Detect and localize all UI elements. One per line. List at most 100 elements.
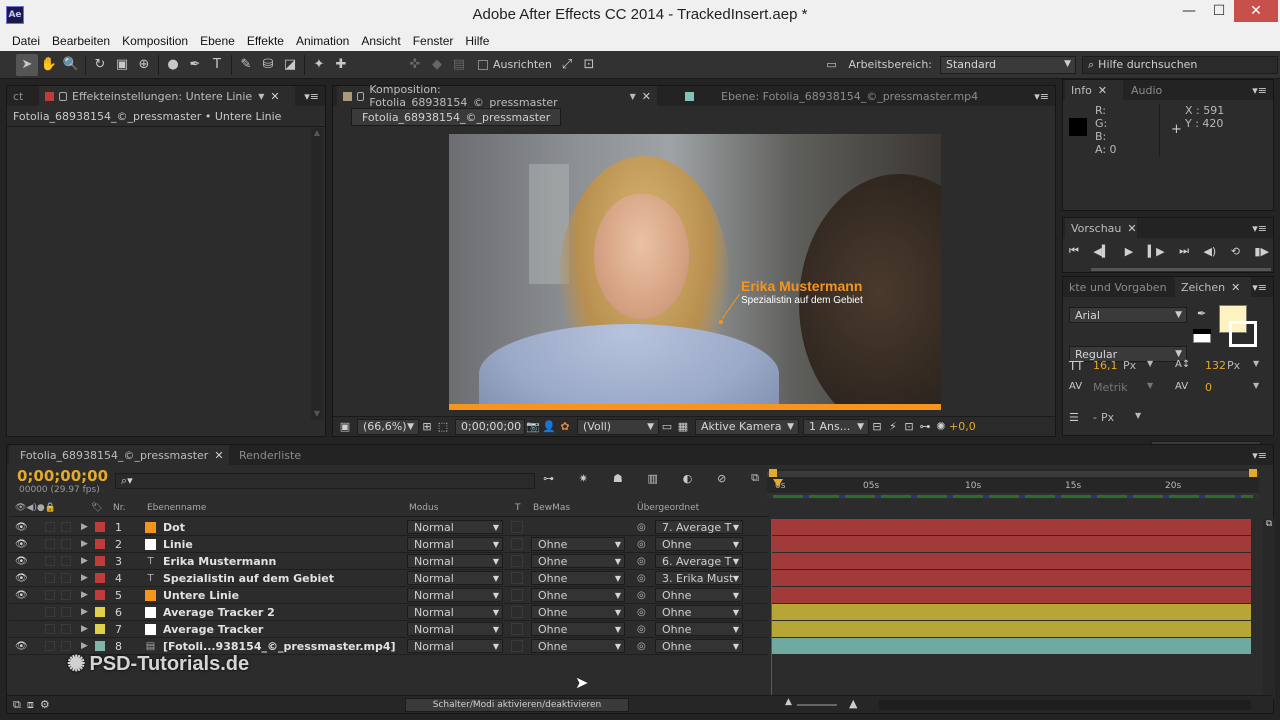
chevron-down-icon[interactable]: ▼ (1253, 359, 1259, 368)
menu-effekte[interactable]: Effekte (247, 34, 284, 48)
layer-name[interactable]: Average Tracker 2 (163, 604, 275, 620)
layer-duration-bar[interactable] (772, 638, 1251, 654)
parent-pickwhip-icon[interactable]: ◎ (637, 587, 646, 603)
font-family-dropdown[interactable]: Arial ▼ (1069, 307, 1187, 323)
track-matte-dropdown[interactable]: Ohne ▼ (531, 639, 625, 653)
comp-button-icon[interactable]: ⧉ (1263, 519, 1275, 529)
white-swatch[interactable] (1193, 333, 1211, 343)
parent-pickwhip-icon[interactable]: ◎ (637, 604, 646, 620)
close-tab-icon[interactable]: ✕ (1127, 222, 1136, 235)
parent-dropdown[interactable]: Ohne ▼ (655, 537, 743, 551)
blend-mode-dropdown[interactable]: Normal ▼ (407, 554, 503, 568)
horizontal-scrollbar[interactable] (879, 700, 1251, 710)
show-snapshot-icon[interactable]: 👤 (541, 419, 557, 435)
tab-project-collapsed[interactable]: ct (7, 86, 37, 106)
blend-mode-dropdown[interactable]: Normal ▼ (407, 639, 503, 653)
preserve-transparency-toggle[interactable] (511, 606, 523, 618)
solo-toggle[interactable] (45, 607, 55, 617)
timeline-icon[interactable]: ⊡ (901, 419, 917, 435)
close-button[interactable]: ✕ (1234, 0, 1278, 22)
shy-icon[interactable]: ☗ (613, 472, 623, 485)
mask-visibility-icon[interactable]: ⬚ (435, 419, 451, 435)
safe-margins-icon[interactable]: ⊞ (419, 419, 435, 435)
play-icon[interactable]: ▶ (1125, 245, 1133, 258)
track-matte-dropdown[interactable]: Ohne ▼ (531, 622, 625, 636)
fast-previews-icon[interactable]: ⚡ (885, 419, 901, 435)
menu-datei[interactable]: Datei (12, 34, 40, 48)
tracking-value[interactable]: 0 (1205, 381, 1212, 394)
menu-hilfe[interactable]: Hilfe (465, 34, 489, 48)
pen-tool-icon[interactable]: ✒ (184, 54, 206, 76)
composition-name-button[interactable]: Fotolia_68938154_©_pressmaster (351, 108, 562, 126)
layer-row[interactable]: 👁 ▶ 5 Untere Linie Normal ▼ Ohne ▼ ◎ Ohn… (9, 587, 767, 604)
expand-triangle-icon[interactable]: ▶ (81, 587, 88, 603)
menu-animation[interactable]: Animation (296, 34, 349, 48)
panel-menu-icon[interactable]: ▾≡ (1252, 222, 1267, 235)
parent-dropdown[interactable]: Ohne ▼ (655, 639, 743, 653)
blend-mode-dropdown[interactable]: Normal ▼ (407, 537, 503, 551)
layer-duration-bar[interactable] (772, 570, 1251, 586)
views-dropdown[interactable]: 1 Ans... ▼ (803, 418, 869, 435)
expand-triangle-icon[interactable]: ▶ (81, 621, 88, 637)
parent-pickwhip-icon[interactable]: ◎ (637, 536, 646, 552)
lock-toggle[interactable] (61, 590, 71, 600)
minimize-button[interactable]: — (1174, 0, 1204, 22)
close-tab-icon[interactable]: ✕ (270, 90, 279, 103)
track-matte-dropdown[interactable]: Ohne ▼ (531, 571, 625, 585)
current-time-indicator[interactable] (771, 519, 772, 699)
current-time-field[interactable]: 0;00;00;00 (455, 418, 525, 435)
stroke-width-value[interactable]: - (1093, 411, 1097, 424)
overlay-name-text[interactable]: Erika Mustermann (741, 278, 862, 294)
header-name[interactable]: Ebenenname (147, 503, 206, 513)
camera-tool-icon[interactable]: ▣ (111, 54, 133, 76)
tab-timeline-comp[interactable]: Fotolia_68938154_©_pressmaster ✕ (9, 445, 229, 465)
frame-blending-icon[interactable]: ▥ (647, 472, 657, 485)
reset-exposure-icon[interactable]: ✺ (933, 419, 949, 435)
last-frame-icon[interactable]: ⏭ (1179, 244, 1189, 258)
workspace-icon[interactable]: ▭ (821, 54, 843, 76)
ausrichten-checkbox[interactable] (478, 59, 488, 70)
lock-toggle[interactable] (61, 539, 71, 549)
lock-toggle[interactable] (61, 522, 71, 532)
layer-label-color[interactable] (95, 624, 105, 634)
layer-duration-bar[interactable] (772, 604, 1251, 620)
scrollbar[interactable]: ▲ ▼ (311, 128, 323, 420)
axis-mode-icon[interactable]: ✜ (404, 54, 426, 76)
preserve-transparency-toggle[interactable] (511, 521, 523, 533)
region-of-interest-icon[interactable]: ▭ (659, 419, 675, 435)
close-tab-icon[interactable]: ✕ (642, 90, 651, 103)
preserve-transparency-toggle[interactable] (511, 623, 523, 635)
tab-preview[interactable]: Vorschau ✕ (1065, 218, 1137, 238)
puppet-pin-tool-icon[interactable]: ✚ (330, 54, 352, 76)
brainstorm-icon[interactable]: ⧉ (751, 471, 759, 485)
flowchart-icon[interactable]: ⊶ (917, 419, 933, 435)
parent-pickwhip-icon[interactable]: ◎ (637, 519, 646, 535)
preview-scroll[interactable] (1091, 268, 1271, 271)
parent-pickwhip-icon[interactable]: ◎ (637, 570, 646, 586)
menu-bearbeiten[interactable]: Bearbeiten (52, 34, 110, 48)
chevron-down-icon[interactable]: ▼ (1135, 411, 1141, 420)
loop-icon[interactable]: ⟲ (1231, 245, 1240, 258)
motion-blur-icon[interactable]: ◐ (683, 472, 693, 485)
parent-dropdown[interactable]: 6. Average T ▼ (655, 554, 743, 568)
panel-menu-icon[interactable]: ▾≡ (304, 90, 319, 103)
solo-toggle[interactable] (45, 556, 55, 566)
visibility-eye-icon[interactable]: 👁 (15, 519, 28, 535)
time-ruler[interactable]: 0s 05s 10s 15s 20s (767, 469, 1259, 499)
toggle-switches-icon[interactable]: ⧉ (13, 698, 21, 712)
maximize-button[interactable]: ☐ (1204, 0, 1234, 22)
zoom-tool-icon[interactable]: 🔍 (60, 54, 82, 76)
pan-behind-tool-icon[interactable]: ⊕ (133, 54, 155, 76)
tab-audio[interactable]: Audio (1125, 80, 1175, 100)
timeline-zoom-slider[interactable] (797, 704, 837, 706)
track-matte-dropdown[interactable]: Ohne ▼ (531, 588, 625, 602)
parent-dropdown[interactable]: 3. Erika Must ▼ (655, 571, 743, 585)
visibility-eye-icon[interactable]: 👁 (15, 553, 28, 569)
timeline-scrollbar[interactable]: ⧉ (1263, 519, 1275, 699)
rotate-tool-icon[interactable]: ↻ (89, 54, 111, 76)
lock-toggle[interactable] (61, 624, 71, 634)
lock-icon[interactable] (59, 91, 67, 101)
tab-composition[interactable]: Komposition: Fotolia_68938154_©_pressmas… (337, 83, 657, 109)
panel-menu-icon[interactable]: ▾≡ (1034, 90, 1049, 103)
layer-label-color[interactable] (95, 590, 105, 600)
